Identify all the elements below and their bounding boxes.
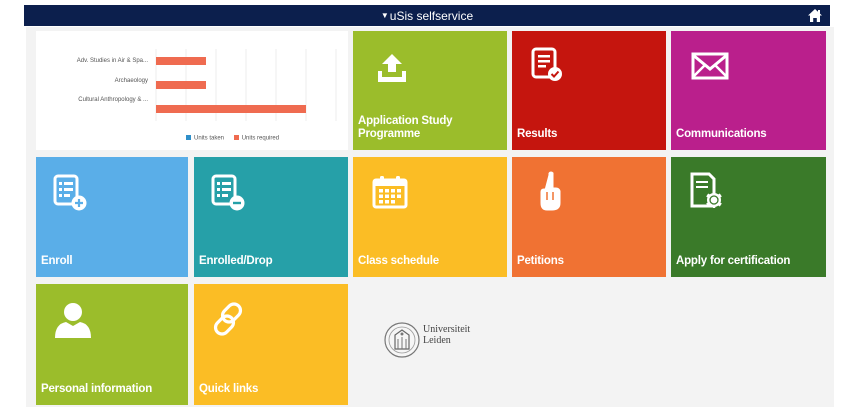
category-label: Archaeology — [114, 78, 148, 84]
certificate-icon — [690, 172, 722, 208]
tile-personal-information[interactable]: Personal information — [36, 284, 188, 405]
tile-label: Personal information — [41, 383, 153, 395]
enroll-list-plus-icon — [53, 174, 87, 211]
home-icon[interactable] — [807, 8, 823, 23]
tile-communications[interactable]: Communications — [671, 31, 826, 150]
legend-units-taken: Units taken — [194, 135, 225, 142]
top-bar: ▼uSis selfservice — [24, 5, 830, 26]
calendar-icon — [372, 176, 408, 209]
tile-label: Application Study Programme — [358, 115, 453, 140]
chart-bar[interactable] — [156, 57, 206, 65]
tile-label: Apply for certification — [676, 255, 791, 267]
university-seal-icon — [384, 322, 420, 358]
results-document-icon — [531, 47, 562, 81]
chart-legend: Units taken Units required — [186, 135, 279, 142]
caret-down-icon[interactable]: ▼ — [381, 11, 389, 20]
legend-swatch-units-required — [233, 135, 239, 140]
envelope-icon — [691, 52, 729, 80]
legend-swatch-units-taken — [186, 135, 191, 140]
units-chart-tile[interactable]: Adv. Studies in Air & Spa... Archaeology… — [36, 31, 348, 150]
tile-label: Quick links — [199, 383, 259, 395]
category-label: Adv. Studies in Air & Spa... — [76, 58, 148, 64]
units-chart — [155, 49, 337, 121]
chart-bar[interactable] — [156, 81, 206, 89]
tile-application-study-programme[interactable]: Application Study Programme — [353, 31, 507, 150]
tile-label: Enroll — [41, 255, 73, 267]
app-title[interactable]: ▼uSis selfservice — [24, 5, 830, 26]
legend-units-required: Units required — [241, 135, 280, 142]
tile-quick-links[interactable]: Quick links — [194, 284, 348, 405]
tile-label: Petitions — [517, 255, 564, 267]
raised-hand-icon — [540, 171, 561, 211]
tile-apply-for-certification[interactable]: Apply for certification — [671, 157, 826, 277]
tile-label: Enrolled/Drop — [199, 255, 273, 267]
tile-petitions[interactable]: Petitions — [512, 157, 666, 277]
university-logo: Universiteit Leiden — [383, 318, 493, 362]
university-name-line2: Leiden — [423, 335, 451, 346]
person-icon — [55, 303, 91, 338]
tile-class-schedule[interactable]: Class schedule — [353, 157, 507, 277]
tile-label: Communications — [676, 128, 767, 140]
tile-enrolled-drop[interactable]: Enrolled/Drop — [194, 157, 348, 277]
chart-bar[interactable] — [156, 105, 306, 113]
tile-label: Class schedule — [358, 255, 439, 267]
link-icon — [213, 302, 243, 336]
app-title-text: uSis selfservice — [389, 9, 474, 23]
category-label: Cultural Anthropology & ... — [78, 97, 148, 103]
university-name: Universiteit Leiden — [423, 324, 470, 346]
tile-results[interactable]: Results — [512, 31, 666, 150]
upload-icon — [378, 54, 406, 82]
tile-label: Results — [517, 128, 558, 140]
enrolled-list-minus-icon — [211, 174, 245, 211]
tile-enroll[interactable]: Enroll — [36, 157, 188, 277]
university-name-line1: Universiteit — [423, 324, 471, 335]
